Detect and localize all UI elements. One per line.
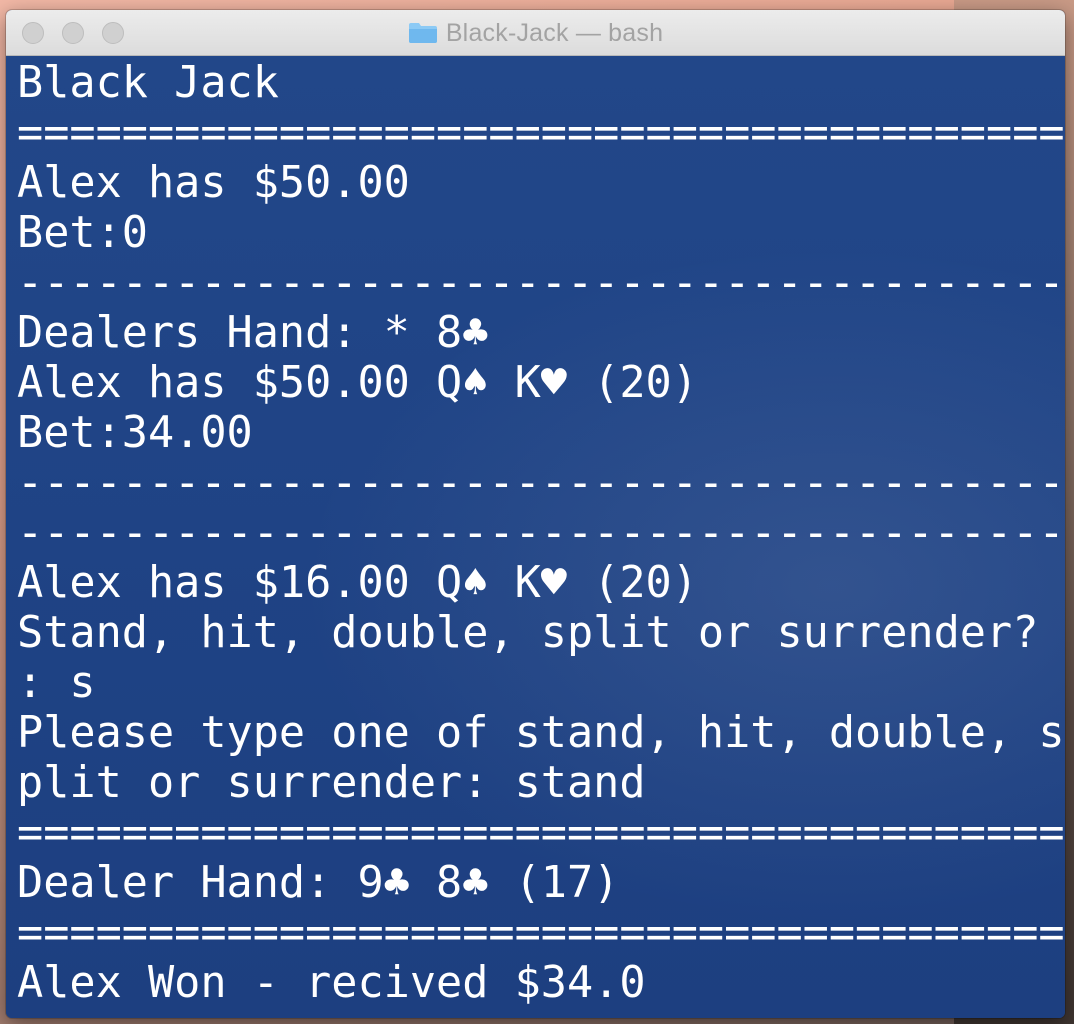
terminal-output[interactable]: Black Jack =============================… (6, 56, 1065, 1018)
terminal-line-separator: ---------------------------------------- (17, 258, 1065, 308)
terminal-line-dealer-hand: Dealer Hand: 9♣ 8♣ (17) (17, 858, 620, 908)
terminal-line-reprompt: Please type one of stand, hit, double, s (17, 708, 1065, 758)
window-title-group: Black-Jack — bash (6, 10, 1065, 56)
title-bar[interactable]: Black-Jack — bash (6, 10, 1065, 56)
window-title: Black-Jack — bash (445, 18, 664, 47)
terminal-line-separator: ---------------------------------------- (17, 508, 1065, 558)
terminal-window: Black-Jack — bash Black Jack ===========… (6, 10, 1065, 1018)
folder-icon (408, 23, 437, 43)
terminal-line-separator: ---------------------------------------- (17, 458, 1065, 508)
terminal-line-bet: Bet:34.00 (17, 408, 253, 458)
terminal-line-player-hand: Alex has $16.00 Q♠ K♥ (20) (17, 558, 698, 608)
terminal-line-separator: ======================================== (17, 108, 1065, 158)
terminal-line-player-balance: Alex has $50.00 (17, 158, 410, 208)
terminal-line-dealer-hand: Dealers Hand: * 8♣ (17, 308, 489, 358)
terminal-line-bet: Bet:0 (17, 208, 148, 258)
terminal-line-prompt: Stand, hit, double, split or surrender? (17, 608, 1039, 658)
terminal-line-separator: ======================================== (17, 808, 1065, 858)
terminal-line-user-input: : s (17, 658, 96, 708)
terminal-line-result: Alex Won - recived $34.0 (17, 958, 646, 1008)
terminal-line-game-title: Black Jack (17, 58, 279, 108)
terminal-line-reprompt-input: plit or surrender: stand (17, 758, 646, 808)
terminal-line-player-hand: Alex has $50.00 Q♠ K♥ (20) (17, 358, 698, 408)
terminal-line-separator: ======================================== (17, 908, 1065, 958)
